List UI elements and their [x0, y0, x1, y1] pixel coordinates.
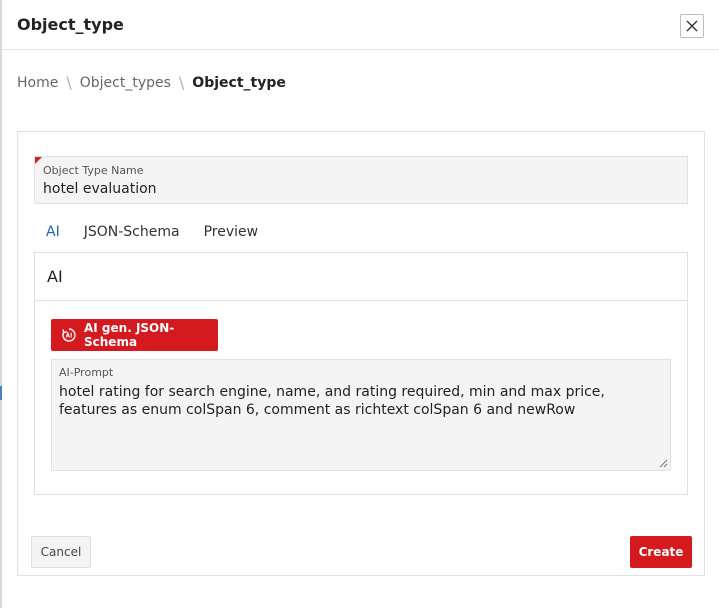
create-button[interactable]: Create	[630, 536, 692, 568]
object-type-name-field[interactable]: Object Type Name hotel evaluation	[34, 156, 688, 204]
required-marker	[35, 157, 42, 164]
ai-panel-heading: AI	[47, 267, 63, 286]
ai-prompt-field[interactable]: AI-Prompt hotel rating for search engine…	[51, 359, 671, 471]
resize-handle-icon[interactable]	[659, 459, 668, 468]
dialog-title: Object_type	[17, 15, 124, 34]
dialog-header: Object_type	[2, 0, 719, 50]
ai-generate-button-label: AI gen. JSON-Schema	[84, 321, 175, 349]
object-type-dialog: Object_type Home \ Object_types \ Object…	[2, 0, 719, 608]
tab-ai[interactable]: AI	[34, 220, 72, 254]
breadcrumb-home[interactable]: Home	[17, 75, 58, 91]
close-button[interactable]	[680, 14, 704, 38]
object-type-name-input[interactable]: hotel evaluation	[43, 181, 157, 197]
ai-prompt-textarea[interactable]: hotel rating for search engine, name, an…	[59, 383, 665, 419]
ai-prompt-label: AI-Prompt	[59, 366, 114, 379]
object-type-name-label: Object Type Name	[43, 164, 144, 177]
ai-generate-json-schema-button[interactable]: AI gen. JSON-Schema	[51, 319, 218, 351]
tab-json-schema[interactable]: JSON-Schema	[72, 220, 192, 254]
ai-tab-panel: AI AI gen. JSON-Schema AI-Prompt hotel r…	[34, 252, 688, 495]
ai-sparkle-icon	[61, 327, 77, 343]
breadcrumb-object-types[interactable]: Object_types	[80, 75, 171, 91]
close-icon	[686, 20, 698, 32]
breadcrumb-separator: \	[66, 73, 72, 92]
breadcrumb-separator: \	[178, 73, 185, 92]
breadcrumb: Home \ Object_types \ Object_type	[17, 73, 286, 92]
form-card: Object Type Name hotel evaluation AI JSO…	[17, 131, 705, 576]
ai-panel-header: AI	[35, 253, 687, 301]
tab-bar: AI JSON-Schema Preview	[34, 220, 270, 254]
breadcrumb-current: Object_type	[192, 74, 286, 91]
cancel-button[interactable]: Cancel	[31, 536, 91, 568]
tab-preview[interactable]: Preview	[192, 220, 271, 254]
